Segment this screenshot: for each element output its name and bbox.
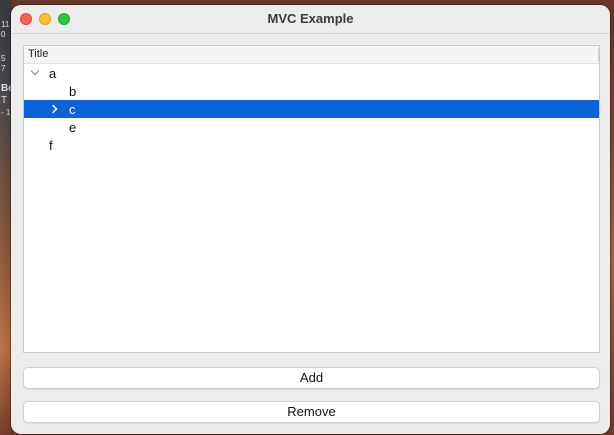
desktop-text-fragment: 0 bbox=[1, 30, 6, 39]
chevron-down-icon[interactable] bbox=[30, 68, 40, 78]
tree-row-a[interactable]: a bbox=[24, 64, 599, 82]
column-header-title: Title bbox=[28, 48, 49, 60]
tree-row-f[interactable]: f bbox=[24, 136, 599, 154]
desktop-text-fragment: - 1 bbox=[1, 108, 11, 117]
tree-row-label: c bbox=[69, 102, 76, 117]
tree-row-label: a bbox=[49, 66, 57, 81]
tree-row-label: b bbox=[69, 84, 77, 99]
tree-row-label: e bbox=[69, 120, 77, 135]
desktop-text-fragment: 11 bbox=[1, 20, 10, 29]
tree-row-b[interactable]: b bbox=[24, 82, 599, 100]
tree-row-e[interactable]: e bbox=[24, 118, 599, 136]
desktop-text-fragment: 5 bbox=[1, 54, 6, 63]
tree-row-c[interactable]: c bbox=[24, 100, 599, 118]
desktop-text-fragment: T bbox=[1, 95, 8, 106]
chevron-right-icon[interactable] bbox=[50, 104, 60, 114]
tree-column-header[interactable]: Title bbox=[24, 46, 599, 64]
desktop-text-fragment: 7 bbox=[1, 64, 6, 73]
add-button[interactable]: Add bbox=[23, 367, 600, 389]
app-window: MVC Example Title a b c e f Add Remove bbox=[11, 5, 610, 434]
column-header-divider bbox=[598, 48, 599, 61]
remove-button[interactable]: Remove bbox=[23, 401, 600, 423]
title-bar[interactable]: MVC Example bbox=[11, 5, 610, 34]
window-title: MVC Example bbox=[267, 11, 354, 26]
tree-row-label: f bbox=[49, 138, 53, 153]
tree-view[interactable]: Title a b c e f bbox=[23, 45, 600, 353]
